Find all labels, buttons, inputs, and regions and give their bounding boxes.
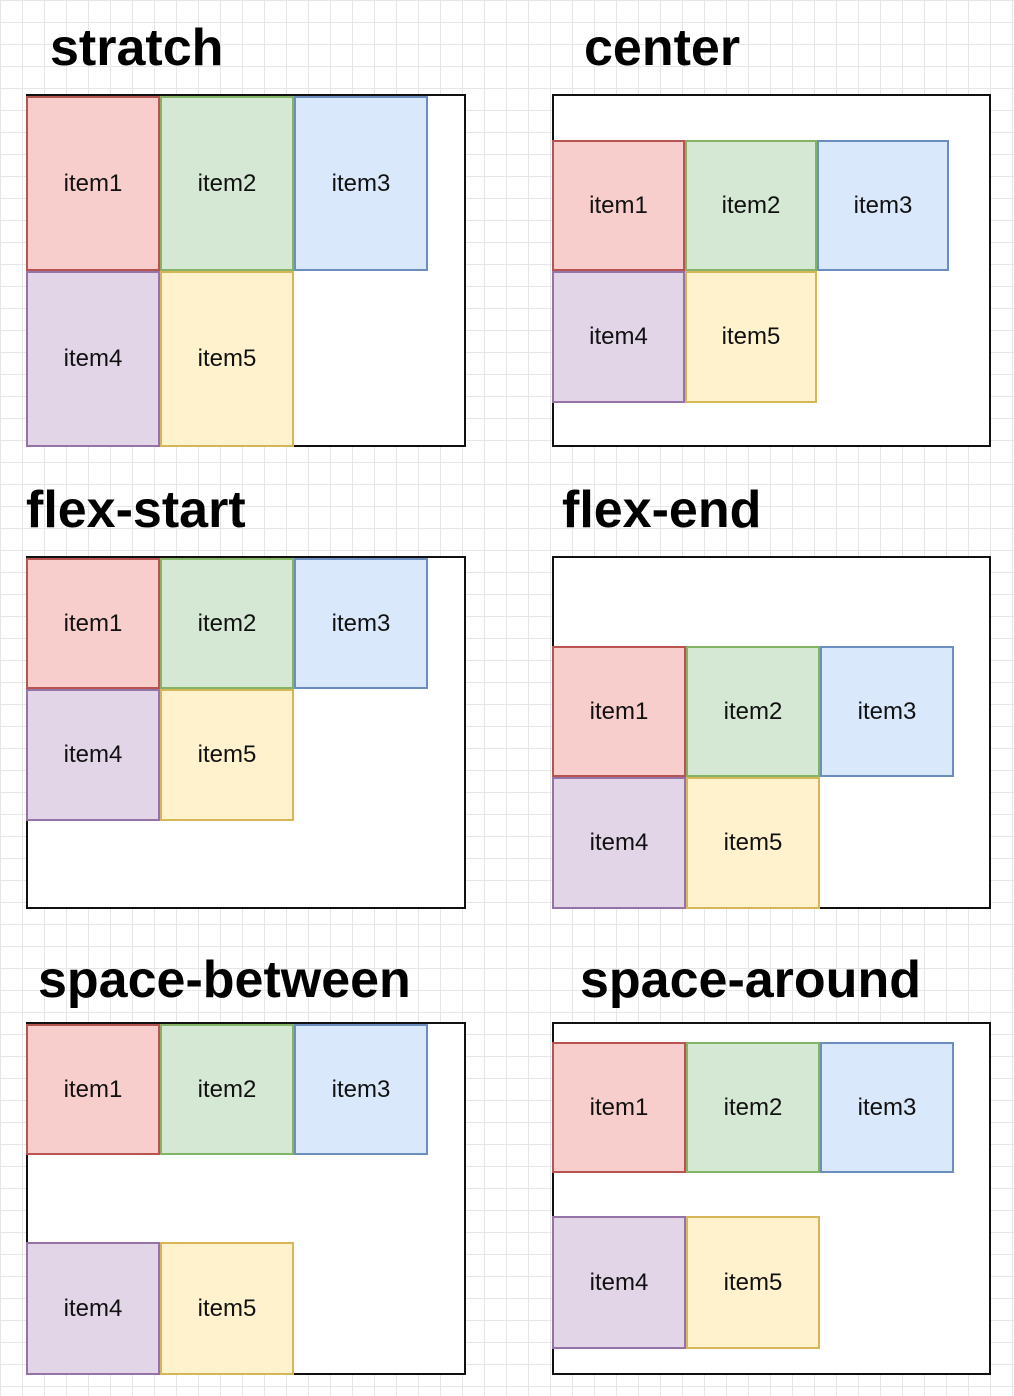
item-label: item3 xyxy=(331,609,391,637)
item-label: item2 xyxy=(197,1075,257,1103)
item-label: item4 xyxy=(63,1294,123,1322)
item-box: item2 xyxy=(686,1042,820,1173)
item-box: item4 xyxy=(26,689,160,821)
item-label: item1 xyxy=(63,1075,123,1103)
item-label: item2 xyxy=(723,1093,783,1121)
item-label: item3 xyxy=(331,169,391,197)
item-label: item3 xyxy=(331,1075,391,1103)
item-label: item1 xyxy=(589,191,648,219)
item-box: item3 xyxy=(817,140,949,271)
item-box: item1 xyxy=(26,558,160,689)
item-box: item5 xyxy=(160,1242,294,1375)
item-box: item1 xyxy=(552,1042,686,1173)
item-label: item5 xyxy=(197,345,257,372)
item-label: item5 xyxy=(197,1294,257,1322)
item-box: item3 xyxy=(294,1024,428,1155)
item-label: item5 xyxy=(197,741,257,768)
item-label: item2 xyxy=(721,191,781,219)
item-label: item1 xyxy=(63,169,123,197)
panel-title-space-around: space-around xyxy=(580,951,921,1009)
item-label: item4 xyxy=(63,741,123,768)
item-label: item4 xyxy=(589,1268,649,1296)
item-label: item4 xyxy=(63,345,123,372)
item-label: item4 xyxy=(589,829,649,856)
item-box: item3 xyxy=(820,1042,954,1173)
item-box: item2 xyxy=(160,96,294,271)
item-box: item4 xyxy=(552,1216,686,1349)
item-box: item5 xyxy=(685,271,817,403)
item-label: item1 xyxy=(589,697,649,725)
item-box: item3 xyxy=(820,646,954,777)
item-label: item3 xyxy=(857,697,917,725)
item-label: item3 xyxy=(853,191,913,219)
item-box: item2 xyxy=(160,558,294,689)
item-box: item4 xyxy=(552,271,685,403)
item-label: item4 xyxy=(589,323,648,350)
item-label: item2 xyxy=(723,697,783,725)
item-label: item1 xyxy=(63,609,123,637)
item-box: item1 xyxy=(26,1024,160,1155)
item-box: item4 xyxy=(26,271,160,447)
item-label: item5 xyxy=(723,1268,783,1296)
panel-title-flex-start: flex-start xyxy=(26,481,246,539)
item-box: item4 xyxy=(26,1242,160,1375)
item-box: item3 xyxy=(294,558,428,689)
item-box: item2 xyxy=(160,1024,294,1155)
item-box: item1 xyxy=(552,140,685,271)
item-label: item1 xyxy=(589,1093,649,1121)
panel-title-flex-end: flex-end xyxy=(562,481,762,539)
item-label: item5 xyxy=(721,323,781,350)
item-label: item5 xyxy=(723,829,783,856)
item-label: item2 xyxy=(197,609,257,637)
panel-title-center: center xyxy=(584,19,741,77)
item-box: item3 xyxy=(294,96,428,271)
item-box: item2 xyxy=(685,140,817,271)
item-label: item2 xyxy=(197,169,257,197)
item-box: item5 xyxy=(160,271,294,447)
item-box: item1 xyxy=(26,96,160,271)
item-box: item5 xyxy=(160,689,294,821)
item-label: item3 xyxy=(857,1093,917,1121)
panel-title-space-between: space-between xyxy=(38,951,411,1009)
item-box: item5 xyxy=(686,1216,820,1349)
panel-title-stratch: stratch xyxy=(50,19,224,77)
item-box: item1 xyxy=(552,646,686,777)
item-box: item5 xyxy=(686,777,820,909)
item-box: item4 xyxy=(552,777,686,909)
item-box: item2 xyxy=(686,646,820,777)
